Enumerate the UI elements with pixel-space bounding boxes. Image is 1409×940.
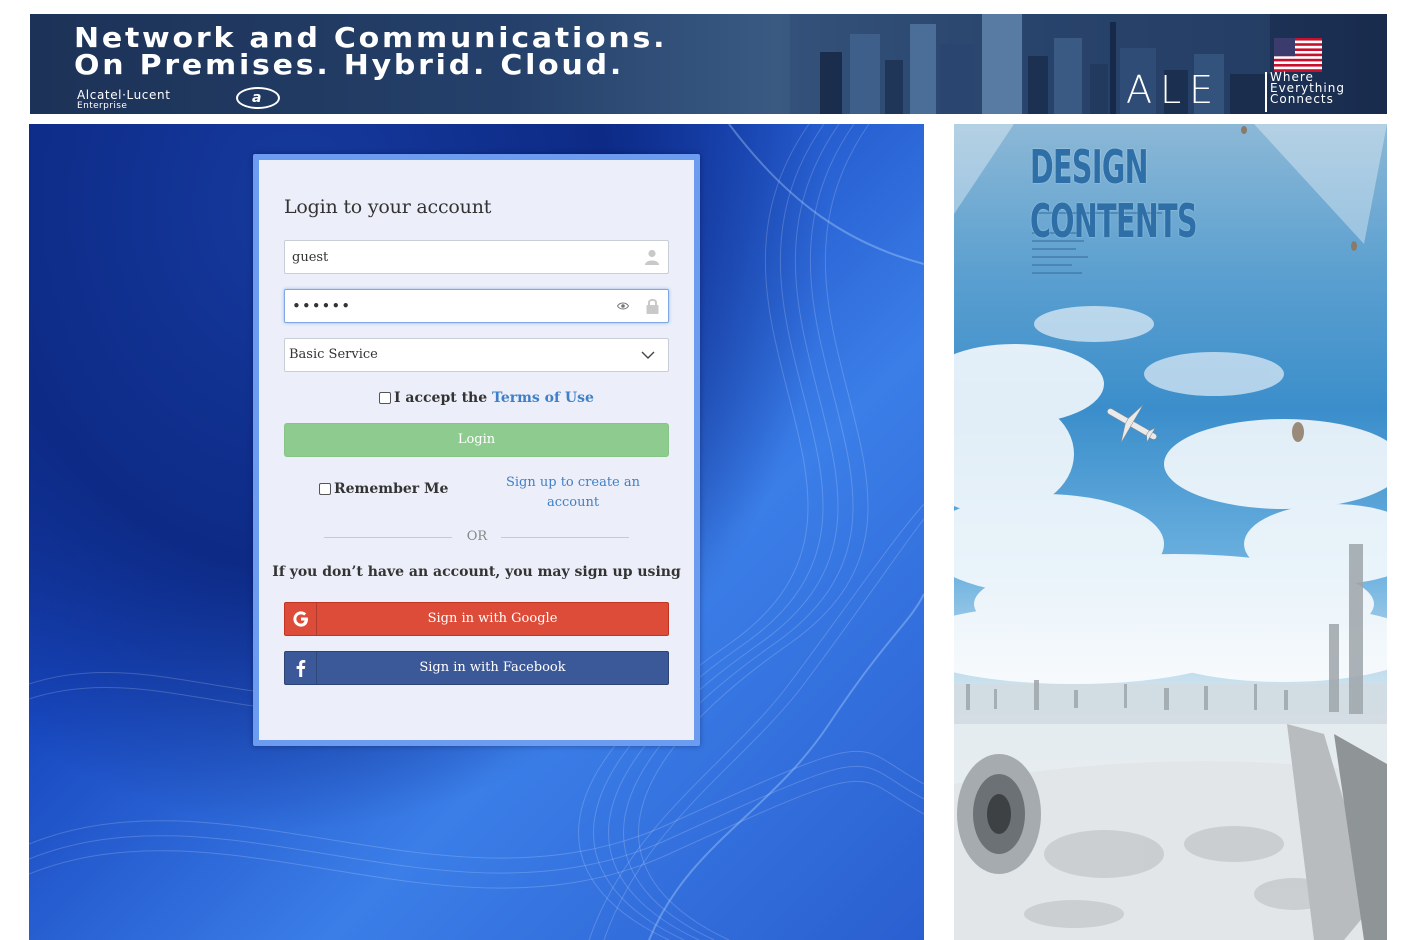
banner-headline-line2: On Premises. Hybrid. Cloud. xyxy=(74,48,625,81)
login-form: Login to your account Basic Service xyxy=(259,160,694,740)
google-signin-button[interactable]: Sign in with Google xyxy=(284,602,669,636)
ale-logo-divider xyxy=(1265,72,1267,112)
service-select-value: Basic Service xyxy=(289,347,378,362)
ale-tagline: Where Everything Connects xyxy=(1270,71,1345,106)
password-field[interactable] xyxy=(284,289,669,323)
chevron-down-icon xyxy=(641,351,655,359)
login-card: Login to your account Basic Service xyxy=(253,154,700,746)
promo-image: DESIGN CONTENTS xyxy=(954,124,1387,940)
remember-me-row: Remember Me xyxy=(319,481,448,497)
remember-me-checkbox[interactable] xyxy=(319,483,331,495)
remember-me-label: Remember Me xyxy=(334,481,449,497)
login-title: Login to your account xyxy=(284,196,492,218)
us-flag-icon[interactable] xyxy=(1274,38,1322,72)
facebook-icon xyxy=(285,652,317,684)
username-field[interactable] xyxy=(284,240,669,274)
google-signin-label: Sign in with Google xyxy=(427,611,558,626)
terms-checkbox[interactable] xyxy=(379,392,391,404)
google-icon xyxy=(285,603,317,635)
eye-icon[interactable] xyxy=(617,301,629,311)
facebook-signin-label: Sign in with Facebook xyxy=(419,660,566,675)
or-divider-left xyxy=(324,537,452,538)
ale-logo: ALE xyxy=(1126,68,1222,112)
terms-of-use-link[interactable]: Terms of Use xyxy=(492,390,594,406)
ale-tagline-line3: Connects xyxy=(1270,92,1334,106)
brand-subtitle: Enterprise xyxy=(77,101,128,111)
username-input[interactable] xyxy=(292,242,612,272)
header-banner: Network and Communications. On Premises.… xyxy=(30,14,1387,114)
brand-name: Alcatel·Lucent xyxy=(77,88,171,102)
terms-label: I accept the xyxy=(394,390,488,406)
user-icon xyxy=(645,249,659,265)
lock-icon xyxy=(646,298,659,314)
or-divider-right xyxy=(501,537,629,538)
banner-headline: Network and Communications. On Premises.… xyxy=(74,24,667,81)
password-input[interactable] xyxy=(292,291,612,321)
signup-link[interactable]: Sign up to create an account xyxy=(499,473,647,513)
signup-hint-text: If you don’t have an account, you may si… xyxy=(272,564,681,580)
service-select[interactable]: Basic Service xyxy=(284,338,669,372)
promo-title: DESIGN CONTENTS xyxy=(1030,140,1198,248)
terms-row: I accept the Terms of Use xyxy=(379,390,594,406)
alcatel-lucent-logo-icon: a xyxy=(236,87,280,109)
login-button[interactable]: Login xyxy=(284,423,669,457)
or-divider-text: OR xyxy=(466,529,488,544)
facebook-signin-button[interactable]: Sign in with Facebook xyxy=(284,651,669,685)
